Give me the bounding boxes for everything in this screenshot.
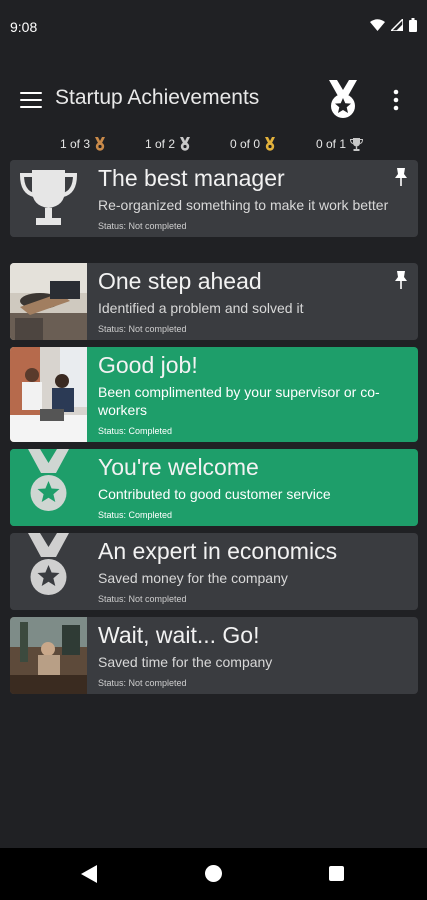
card-description: Identified a problem and solved it [98, 300, 304, 316]
achievement-card-best-manager[interactable]: The best manager Re-organized something … [10, 160, 418, 237]
card-status: Status: Completed [98, 426, 173, 436]
summary-bronze-count: 1 of 3 [60, 137, 91, 151]
card-title: One step ahead [98, 268, 262, 294]
signal-icon [391, 19, 403, 31]
menu-icon[interactable] [20, 92, 42, 110]
system-navigation-bar [0, 848, 427, 900]
card-status: Status: Not completed [98, 594, 187, 604]
achievement-summary: 1 of 3 1 of 2 0 of 0 0 of 1 [0, 130, 427, 156]
back-icon[interactable] [81, 865, 97, 883]
app-title: Startup Achievements [55, 86, 260, 109]
medal-icon [10, 533, 87, 610]
card-title: You're welcome [98, 454, 259, 480]
wifi-icon [370, 19, 385, 31]
summary-gold: 0 of 0 [230, 137, 276, 151]
home-icon[interactable] [205, 865, 222, 882]
pin-icon[interactable] [394, 168, 408, 186]
team-photo [10, 347, 87, 442]
card-title: Wait, wait... Go! [98, 622, 260, 648]
medal-icon [10, 449, 87, 526]
achievement-card-good-job[interactable]: Good job! Been complimented by your supe… [10, 347, 418, 442]
app-bar: Startup Achievements [0, 56, 427, 130]
status-icons [370, 18, 417, 32]
more-options-icon[interactable] [386, 88, 406, 112]
battery-icon [409, 18, 417, 32]
trophy-icon [350, 137, 364, 151]
achievement-card-expert-economics[interactable]: An expert in economics Saved money for t… [10, 533, 418, 610]
summary-trophy: 0 of 1 [316, 137, 364, 151]
achievement-card-wait-go[interactable]: Wait, wait... Go! Saved time for the com… [10, 617, 418, 694]
status-time: 9:08 [10, 19, 38, 35]
card-description: Saved money for the company [98, 570, 288, 586]
card-status: Status: Not completed [98, 678, 187, 688]
card-title: The best manager [98, 165, 285, 191]
card-status: Status: Not completed [98, 221, 187, 231]
office-photo [10, 263, 87, 340]
card-title: Good job! [98, 352, 198, 378]
cafe-photo [10, 617, 87, 694]
achievement-card-youre-welcome[interactable]: You're welcome Contributed to good custo… [10, 449, 418, 526]
card-status: Status: Completed [98, 510, 173, 520]
card-description: Contributed to good customer service [98, 486, 331, 502]
card-description: Re-organized something to make it work b… [98, 197, 389, 213]
recent-apps-icon[interactable] [329, 866, 344, 881]
status-bar: 9:08 [0, 0, 427, 56]
silver-medal-icon [180, 137, 191, 151]
summary-bronze: 1 of 3 [60, 137, 106, 151]
card-description: Saved time for the company [98, 654, 273, 670]
gold-medal-icon [265, 137, 276, 151]
summary-silver-count: 1 of 2 [145, 137, 176, 151]
card-description: Been complimented by your supervisor or … [98, 384, 380, 418]
card-title: An expert in economics [98, 538, 338, 564]
summary-trophy-count: 0 of 1 [316, 137, 347, 151]
bronze-medal-icon [95, 137, 106, 151]
achievement-card-one-step-ahead[interactable]: One step ahead Identified a problem and … [10, 263, 418, 340]
medal-icon[interactable] [326, 80, 360, 120]
summary-silver: 1 of 2 [145, 137, 191, 151]
card-status: Status: Not completed [98, 324, 187, 334]
summary-gold-count: 0 of 0 [230, 137, 261, 151]
trophy-icon [10, 160, 87, 237]
pin-icon[interactable] [394, 271, 408, 289]
